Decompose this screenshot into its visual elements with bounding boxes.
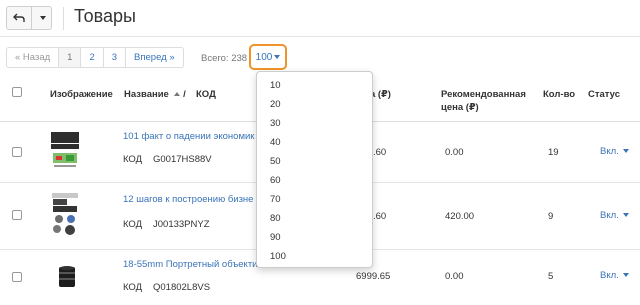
product-price[interactable]: 6999.65 (356, 271, 390, 282)
column-recommended-line1: Рекомендованная (441, 89, 526, 100)
status-label: Вкл. (600, 210, 619, 221)
caret-down-icon (623, 213, 630, 218)
back-arrow-icon (13, 13, 25, 22)
column-status[interactable]: Статус (588, 88, 620, 101)
per-page-option-10[interactable]: 10 (270, 80, 281, 91)
product-thumbnail[interactable] (56, 265, 78, 289)
column-code[interactable]: КОД (196, 88, 216, 101)
sort-separator: / (183, 89, 186, 100)
column-price[interactable]: a (₽) (370, 88, 391, 101)
caret-down-icon (623, 273, 630, 278)
pagination-page-2[interactable]: 2 (80, 48, 102, 67)
product-qty[interactable]: 5 (548, 271, 553, 282)
back-menu-button[interactable] (31, 7, 51, 29)
row-checkbox[interactable] (12, 210, 22, 220)
product-qty[interactable]: 19 (548, 147, 559, 158)
product-recommended-price[interactable]: 0.00 (445, 271, 464, 282)
status-dropdown[interactable]: Вкл. (600, 270, 630, 281)
page-title: Товары (74, 6, 136, 26)
column-qty[interactable]: Кол-во (543, 88, 575, 101)
pagination-page-1[interactable]: 1 (58, 48, 81, 67)
pagination: « Назад 1 2 3 Вперед » (6, 47, 184, 68)
header-divider (63, 7, 64, 30)
product-name-link[interactable]: 12 шагов к построению бизне (123, 194, 253, 205)
select-all-checkbox[interactable] (12, 87, 22, 97)
row-checkbox[interactable] (12, 272, 22, 282)
product-code-label: КОД (123, 154, 143, 165)
per-page-option-70[interactable]: 70 (270, 194, 281, 205)
column-recommended-line2: цена (₽) (441, 102, 479, 113)
per-page-value: 100 (255, 51, 273, 63)
back-button[interactable] (7, 7, 31, 29)
product-code: G0017HS88V (153, 154, 212, 165)
row-checkbox[interactable] (12, 147, 22, 157)
pagination-prev[interactable]: « Назад (7, 48, 58, 67)
product-code-label: КОД (123, 282, 143, 293)
column-recommended-price[interactable]: Рекомендованная цена (₽) (441, 88, 526, 114)
sort-asc-icon (174, 92, 181, 97)
status-label: Вкл. (600, 146, 619, 157)
column-name-label: Название (124, 89, 169, 100)
product-recommended-price[interactable]: 0.00 (445, 147, 464, 158)
column-image: Изображение (50, 89, 113, 100)
product-recommended-price[interactable]: 420.00 (445, 211, 474, 222)
column-name[interactable]: Название / (124, 88, 186, 101)
pagination-page-3[interactable]: 3 (102, 48, 125, 67)
product-thumbnail[interactable] (50, 131, 80, 169)
status-label: Вкл. (600, 270, 619, 281)
caret-down-icon (274, 55, 281, 59)
back-button-group (6, 6, 52, 30)
product-price[interactable]: .60 (373, 147, 386, 158)
product-name-link[interactable]: 101 факт о падении экономик (123, 131, 254, 142)
product-thumbnail[interactable] (50, 192, 80, 236)
per-page-option-100[interactable]: 100 (270, 251, 286, 262)
product-name-link[interactable]: 18-55mm Портретный объекти (123, 259, 257, 270)
total-count: Всего: 238 (201, 53, 248, 64)
product-code: J00133PNYZ (153, 219, 210, 230)
per-page-option-90[interactable]: 90 (270, 232, 281, 243)
per-page-option-60[interactable]: 60 (270, 175, 281, 186)
per-page-option-30[interactable]: 30 (270, 118, 281, 129)
product-price[interactable]: .60 (373, 211, 386, 222)
status-dropdown[interactable]: Вкл. (600, 146, 630, 157)
per-page-option-20[interactable]: 20 (270, 99, 281, 110)
product-code: Q01802L8VS (153, 282, 211, 293)
per-page-option-80[interactable]: 80 (270, 213, 281, 224)
page-header: Товары (0, 0, 640, 37)
per-page-option-50[interactable]: 50 (270, 156, 281, 167)
per-page-menu: 10 20 30 40 50 60 70 80 90 100 (256, 71, 373, 268)
per-page-option-40[interactable]: 40 (270, 137, 281, 148)
caret-down-icon (39, 16, 46, 20)
caret-down-icon (623, 149, 630, 154)
product-qty[interactable]: 9 (548, 211, 553, 222)
pagination-next[interactable]: Вперед » (125, 48, 183, 67)
product-code-label: КОД (123, 219, 143, 230)
status-dropdown[interactable]: Вкл. (600, 210, 630, 221)
per-page-dropdown-toggle[interactable]: 100 (249, 44, 287, 70)
